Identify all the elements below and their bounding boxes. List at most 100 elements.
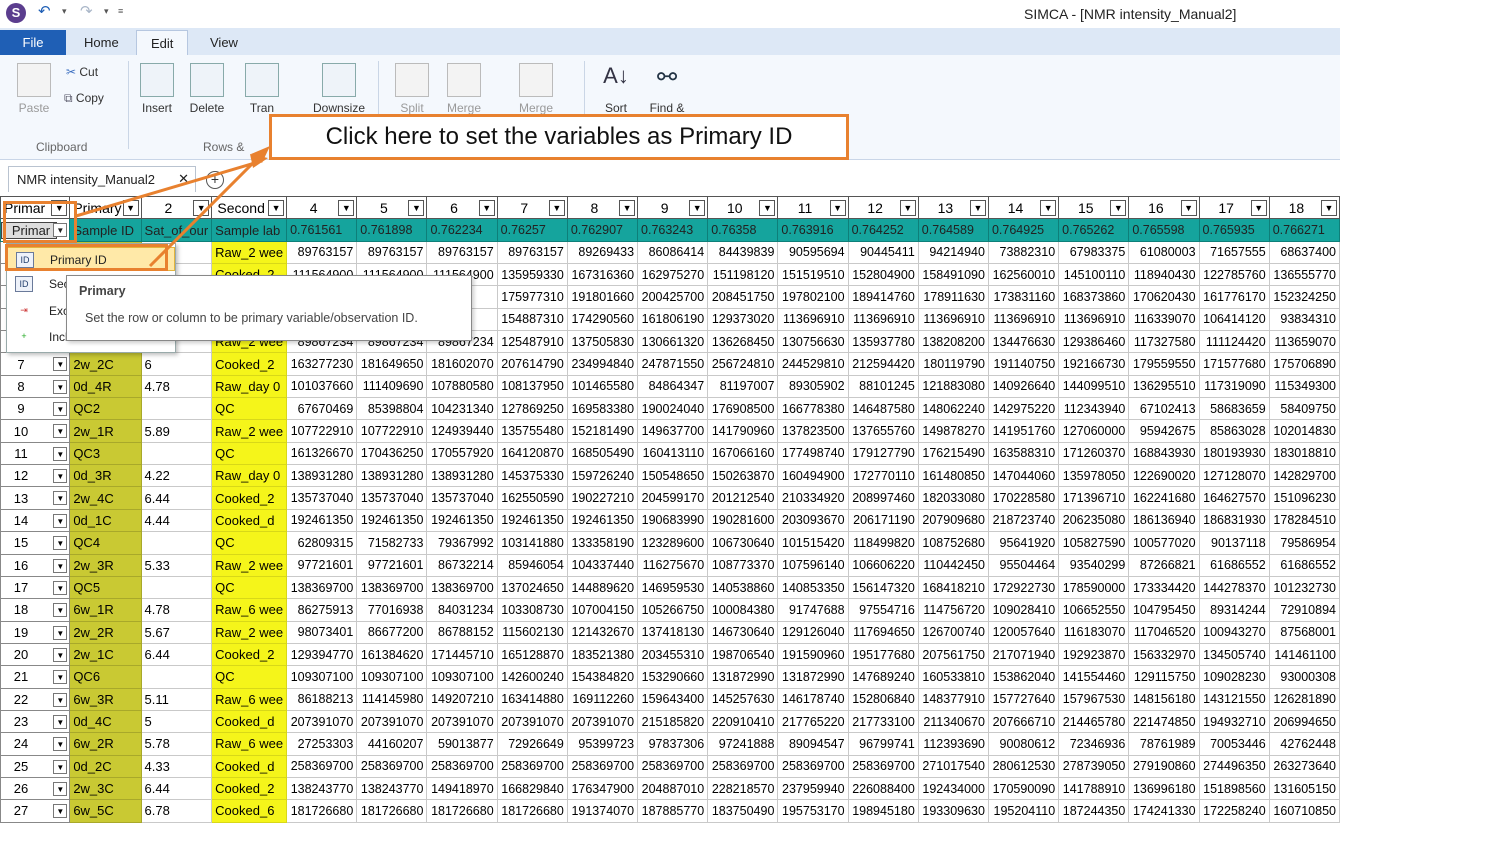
value-cell[interactable]: 113659070: [1268, 330, 1340, 354]
value-cell[interactable]: 152324250: [1268, 285, 1340, 309]
value-cell[interactable]: 149418970: [426, 776, 498, 801]
chevron-down-icon[interactable]: ▼: [969, 200, 986, 216]
value-cell[interactable]: 148062240: [917, 397, 989, 421]
value-cell[interactable]: 117046520: [1128, 620, 1200, 644]
value-cell[interactable]: 207391070: [426, 709, 498, 734]
chevron-down-icon[interactable]: ▼: [548, 200, 565, 216]
sample-id-cell[interactable]: 2w_3R: [69, 553, 142, 577]
value-cell[interactable]: 161384620: [356, 642, 428, 667]
value-cell[interactable]: 194932710: [1198, 709, 1270, 734]
redo-dropdown-icon[interactable]: ▾: [104, 6, 109, 17]
value-cell[interactable]: 89094547: [777, 732, 849, 756]
value-cell[interactable]: 58683659: [1198, 397, 1270, 421]
value-cell[interactable]: 130756630: [777, 330, 849, 354]
value-cell[interactable]: 164627570: [1198, 486, 1270, 510]
value-cell[interactable]: 168373860: [1058, 285, 1130, 309]
row-header[interactable]: 24 ▼: [0, 732, 71, 756]
value-cell[interactable]: 207391070: [566, 709, 639, 734]
value-cell[interactable]: 112343940: [1058, 397, 1130, 421]
value-cell[interactable]: 181726680: [286, 799, 358, 823]
value-cell[interactable]: 171260370: [1058, 441, 1130, 466]
value-cell[interactable]: 100084380: [707, 598, 779, 622]
value-cell[interactable]: 181726680: [426, 799, 498, 823]
value-cell[interactable]: 190281600: [707, 508, 779, 533]
value-cell[interactable]: 118940430: [1128, 263, 1200, 287]
value-cell[interactable]: 123289600: [637, 531, 709, 555]
value-cell[interactable]: 95641920: [987, 531, 1060, 555]
find-button[interactable]: ⚯ Find &: [644, 63, 690, 115]
sat-cell[interactable]: [140, 531, 213, 555]
insert-button[interactable]: Insert: [136, 63, 178, 115]
row-header[interactable]: 15 ▼: [0, 531, 71, 555]
column-header[interactable]: 9 ▼: [637, 196, 709, 220]
value-cell[interactable]: 204887010: [637, 776, 709, 801]
variable-id-cell[interactable]: 0.765262: [1058, 218, 1130, 242]
row-header[interactable]: 7 ▼: [0, 352, 71, 376]
value-cell[interactable]: 67102413: [1128, 397, 1200, 421]
chevron-down-icon[interactable]: ▼: [53, 714, 68, 729]
value-cell[interactable]: 258369700: [426, 754, 498, 778]
value-cell[interactable]: 78761989: [1128, 732, 1200, 756]
variable-id-cell[interactable]: 0.765598: [1128, 218, 1200, 242]
sample-id-cell[interactable]: 6w_5C: [69, 799, 142, 823]
value-cell[interactable]: 129386460: [1058, 330, 1130, 354]
value-cell[interactable]: 77016938: [356, 598, 428, 622]
sat-cell[interactable]: 4.44: [140, 508, 213, 533]
value-cell[interactable]: 207391070: [496, 709, 568, 734]
value-cell[interactable]: 121432670: [566, 620, 639, 644]
value-cell[interactable]: 190024040: [637, 397, 709, 421]
value-cell[interactable]: 161776170: [1198, 285, 1270, 309]
close-icon[interactable]: ✕: [178, 171, 189, 187]
value-cell[interactable]: 167316360: [566, 263, 639, 287]
value-cell[interactable]: 141788910: [1058, 776, 1130, 801]
downsize-button[interactable]: Downsize: [310, 63, 368, 115]
value-cell[interactable]: 90137118: [1198, 531, 1270, 555]
copy-button[interactable]: ⧉ Copy: [64, 91, 104, 106]
undo-icon[interactable]: ↶: [38, 2, 51, 20]
sample-label-cell[interactable]: QC: [211, 441, 288, 466]
value-cell[interactable]: 149207210: [426, 687, 498, 711]
value-cell[interactable]: 71582733: [356, 531, 428, 555]
chevron-down-icon[interactable]: ▼: [619, 200, 636, 216]
value-cell[interactable]: 166829840: [496, 776, 568, 801]
chevron-down-icon[interactable]: ▼: [53, 558, 68, 573]
value-cell[interactable]: 160494900: [777, 464, 849, 488]
value-cell[interactable]: 138208200: [917, 330, 989, 354]
value-cell[interactable]: 173334420: [1128, 575, 1200, 600]
value-cell[interactable]: 206994650: [1268, 709, 1340, 734]
sat-cell[interactable]: 5.89: [140, 419, 213, 443]
value-cell[interactable]: 214465780: [1058, 709, 1130, 734]
value-cell[interactable]: 175706890: [1268, 352, 1340, 376]
value-cell[interactable]: 131872990: [777, 665, 849, 689]
value-cell[interactable]: 85398804: [356, 397, 428, 421]
sample-label-cell[interactable]: Raw_day 0: [211, 464, 288, 488]
sample-label-cell[interactable]: Raw_2 wee: [211, 240, 288, 265]
value-cell[interactable]: 109307100: [426, 665, 498, 689]
sample-id-cell[interactable]: 0d_3R: [69, 464, 142, 488]
row-header[interactable]: 11 ▼: [0, 441, 71, 466]
value-cell[interactable]: 191374070: [566, 799, 639, 823]
value-cell[interactable]: 258369700: [566, 754, 639, 778]
sat-cell[interactable]: 5.11: [140, 687, 213, 711]
sat-cell[interactable]: 5.33: [140, 553, 213, 577]
value-cell[interactable]: 129126040: [777, 620, 849, 644]
value-cell[interactable]: 114145980: [356, 687, 428, 711]
value-cell[interactable]: 171577680: [1198, 352, 1270, 376]
value-cell[interactable]: 95504464: [987, 553, 1060, 577]
value-cell[interactable]: 93000308: [1268, 665, 1340, 689]
value-cell[interactable]: 151519510: [777, 263, 849, 287]
value-cell[interactable]: 107880580: [426, 374, 498, 399]
value-cell[interactable]: 156147320: [847, 575, 919, 600]
sat-cell[interactable]: [140, 665, 213, 689]
value-cell[interactable]: 113696910: [1058, 307, 1130, 332]
value-cell[interactable]: 86732214: [426, 553, 498, 577]
chevron-down-icon[interactable]: ▼: [53, 357, 68, 372]
value-cell[interactable]: 190683990: [637, 508, 709, 533]
value-cell[interactable]: 70053446: [1198, 732, 1270, 756]
value-cell[interactable]: 134476630: [987, 330, 1060, 354]
sat-cell[interactable]: 5.78: [140, 732, 213, 756]
column-header[interactable]: 14 ▼: [987, 196, 1060, 220]
sample-id-cell[interactable]: QC2: [69, 397, 142, 421]
value-cell[interactable]: 71657555: [1198, 240, 1270, 265]
value-cell[interactable]: 138931280: [286, 464, 358, 488]
